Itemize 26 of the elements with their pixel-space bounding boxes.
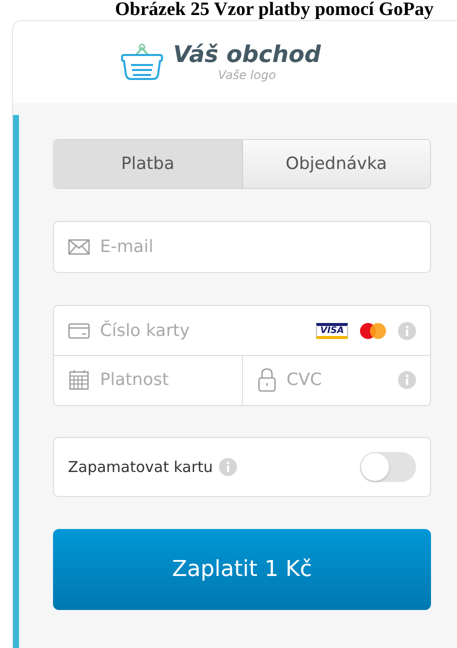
remember-card-label: Zapamatovat kartu	[68, 458, 213, 476]
calendar-icon	[68, 369, 90, 391]
expiry-field[interactable]: Platnost	[53, 356, 242, 406]
visa-logo: VISA	[316, 322, 348, 338]
shop-name: Váš obchod	[173, 42, 321, 68]
envelope-icon	[68, 239, 90, 255]
toggle-switch[interactable]	[360, 452, 416, 482]
cvc-field[interactable]: CVC	[242, 356, 431, 406]
credit-card-icon	[68, 322, 90, 338]
email-input[interactable]: E-mail	[100, 222, 416, 272]
info-icon	[398, 322, 416, 340]
info-icon	[398, 371, 416, 389]
padlock-icon	[256, 368, 276, 392]
email-field[interactable]: E-mail	[53, 221, 431, 273]
logo-subtitle: Vaše logo	[217, 68, 277, 82]
info-icon	[218, 458, 237, 476]
cvc-input[interactable]: CVC	[286, 356, 388, 404]
card-number-placeholder: Číslo karty	[100, 320, 191, 340]
card-number-field[interactable]: Číslo karty VISA	[53, 305, 431, 356]
basket-icon	[119, 41, 166, 83]
pay-button[interactable]: Zaplatit 1 Kč	[53, 529, 431, 610]
mastercard-icon	[358, 322, 388, 340]
tab[interactable]: Platba	[54, 140, 242, 188]
figure-caption: Obrázek 25 Vzor platby pomocí GoPay	[114, 0, 435, 20]
expiry-input[interactable]: Platnost	[100, 356, 228, 404]
tab[interactable]: Objednávka	[242, 140, 430, 188]
